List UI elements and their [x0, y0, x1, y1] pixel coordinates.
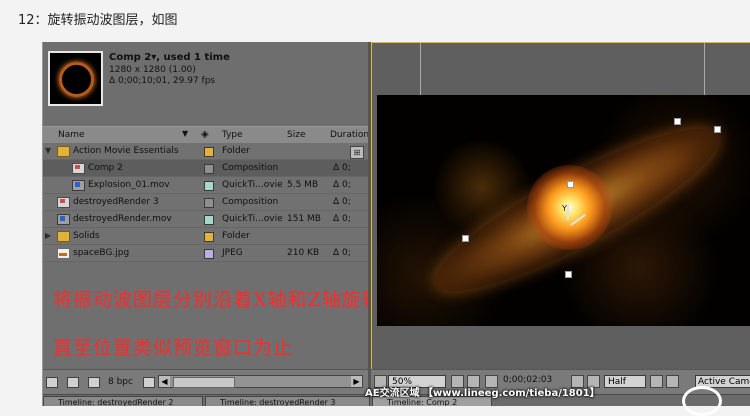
project-row[interactable]: destroyedRender.mov QuickTi...ovie 151 M… — [43, 211, 368, 228]
label-swatch[interactable] — [204, 164, 214, 174]
transform-handle[interactable] — [567, 181, 574, 188]
composition-viewer-panel: Y 50% 0;00;02:03 Half Active Camera — [368, 42, 750, 406]
column-type[interactable]: Type — [222, 130, 243, 140]
item-size: 210 KB — [287, 248, 320, 258]
comp-resolution: 1280 x 1280 (1.00) — [109, 65, 196, 75]
item-type: Composition — [222, 197, 279, 207]
transform-handle[interactable] — [674, 118, 681, 125]
item-name: Action Movie Essentials — [73, 146, 179, 156]
project-row[interactable]: ▶ Solids Folder — [43, 228, 368, 245]
item-duration: Δ 0; — [333, 214, 351, 224]
after-effects-window: Comp 2▾, used 1 time 1280 x 1280 (1.00) … — [42, 42, 750, 406]
shockwave-ring-icon — [59, 62, 94, 97]
sort-chevron-icon[interactable]: ▼ — [182, 129, 188, 138]
guide-line — [420, 43, 421, 95]
image-file-icon — [57, 248, 70, 259]
item-name: Solids — [73, 231, 100, 241]
project-row[interactable]: destroyedRender 3 Composition Δ 0; — [43, 194, 368, 211]
item-duration: Δ 0; — [333, 248, 351, 258]
axis-label: Y — [562, 204, 567, 213]
project-row[interactable]: ▼ Action Movie Essentials Folder — [43, 143, 368, 160]
site-watermark: AE交流区域 【www.lineeg.com/tieba/1801】 — [365, 388, 600, 399]
comp-timing: Δ 0;00;10;01, 29.97 fps — [109, 76, 216, 86]
new-composition-icon[interactable] — [88, 377, 100, 388]
item-name: destroyedRender 3 — [73, 197, 159, 207]
column-duration[interactable]: Duration — [330, 130, 369, 140]
label-swatch[interactable] — [204, 181, 214, 191]
comp-info: Comp 2▾, used 1 time 1280 x 1280 (1.00) … — [43, 42, 368, 126]
tab-timeline-destroyedrender-2[interactable]: Timeline: destroyedRender 2 — [43, 396, 203, 406]
item-type: QuickTi...ovie — [222, 180, 283, 190]
item-duration: Δ 0; — [333, 180, 351, 190]
project-panel: Comp 2▾, used 1 time 1280 x 1280 (1.00) … — [43, 42, 381, 406]
project-header: Name ▼ ◈ Type Size Duration — [43, 126, 369, 144]
movie-file-icon — [72, 180, 85, 191]
item-type: JPEG — [222, 248, 243, 258]
item-name: Comp 2 — [88, 163, 123, 173]
comp-thumbnail — [48, 51, 103, 106]
item-type: QuickTi...ovie — [222, 214, 283, 224]
composition-viewer[interactable]: Y — [371, 42, 750, 369]
trash-icon[interactable] — [143, 377, 155, 388]
folder-icon — [57, 146, 70, 157]
explosion-core — [527, 165, 612, 250]
flowchart-icon[interactable]: ⊞ — [350, 146, 364, 159]
tab-timeline-destroyedrender-3[interactable]: Timeline: destroyedRender 3 — [205, 396, 370, 406]
item-type: Folder — [222, 146, 250, 156]
project-footer: 8 bpc ◀ ▶ — [43, 369, 368, 394]
project-row-selected[interactable]: Comp 2 Composition Δ 0; — [43, 160, 368, 177]
bit-depth[interactable]: 8 bpc — [108, 377, 133, 387]
y-axis-gizmo[interactable] — [567, 204, 569, 220]
item-size: 5.5 MB — [287, 180, 319, 190]
label-swatch[interactable] — [204, 215, 214, 225]
item-type: Composition — [222, 163, 279, 173]
project-scrollbar[interactable]: ◀ ▶ — [158, 375, 363, 388]
page-heading: 12：旋转振动波图层，如图 — [18, 13, 178, 28]
folder-icon — [57, 231, 70, 242]
item-type: Folder — [222, 231, 250, 241]
column-size[interactable]: Size — [287, 130, 305, 140]
item-size: 151 MB — [287, 214, 321, 224]
transform-handle[interactable] — [462, 235, 469, 242]
scroll-right-icon[interactable]: ▶ — [351, 376, 362, 387]
label-tag-icon[interactable]: ◈ — [201, 129, 209, 140]
region-of-interest-icon[interactable] — [650, 375, 663, 388]
item-duration: Δ 0; — [333, 163, 351, 173]
annotation-line-1: 将振动波图层分别沿着X轴和Z轴旋转 — [53, 289, 382, 311]
scroll-thumb[interactable] — [173, 377, 235, 388]
guide-line — [704, 43, 705, 95]
composition-icon — [72, 163, 85, 174]
expand-down-icon[interactable]: ▼ — [45, 146, 51, 155]
column-name[interactable]: Name — [58, 130, 196, 140]
interpret-footage-icon[interactable] — [46, 377, 58, 388]
item-duration: Δ 0; — [333, 197, 351, 207]
new-folder-icon[interactable] — [67, 377, 79, 388]
label-swatch[interactable] — [204, 232, 214, 242]
item-name: spaceBG.jpg — [73, 248, 130, 258]
composition-icon — [57, 197, 70, 208]
item-name: destroyedRender.mov — [73, 214, 172, 224]
resolution-dropdown[interactable]: Half — [604, 375, 646, 388]
scene-preview[interactable]: Y — [377, 95, 750, 326]
project-row[interactable]: Explosion_01.mov QuickTi...ovie 5.5 MB Δ… — [43, 177, 368, 194]
item-name: Explosion_01.mov — [88, 180, 170, 190]
watermark-logo-icon — [682, 386, 722, 416]
transform-handle[interactable] — [714, 126, 721, 133]
scroll-left-icon[interactable]: ◀ — [159, 376, 170, 387]
annotation-line-2: 直至位置类似预览窗口为止 — [53, 337, 294, 359]
label-swatch[interactable] — [204, 147, 214, 157]
movie-file-icon — [57, 214, 70, 225]
comp-name[interactable]: Comp 2▾, used 1 time — [109, 52, 230, 63]
label-swatch[interactable] — [204, 198, 214, 208]
label-swatch[interactable] — [204, 249, 214, 259]
project-row[interactable]: spaceBG.jpg JPEG 210 KB Δ 0; — [43, 245, 368, 262]
expand-right-icon[interactable]: ▶ — [45, 231, 51, 240]
transparency-grid-icon[interactable] — [666, 375, 679, 388]
transform-handle[interactable] — [565, 271, 572, 278]
